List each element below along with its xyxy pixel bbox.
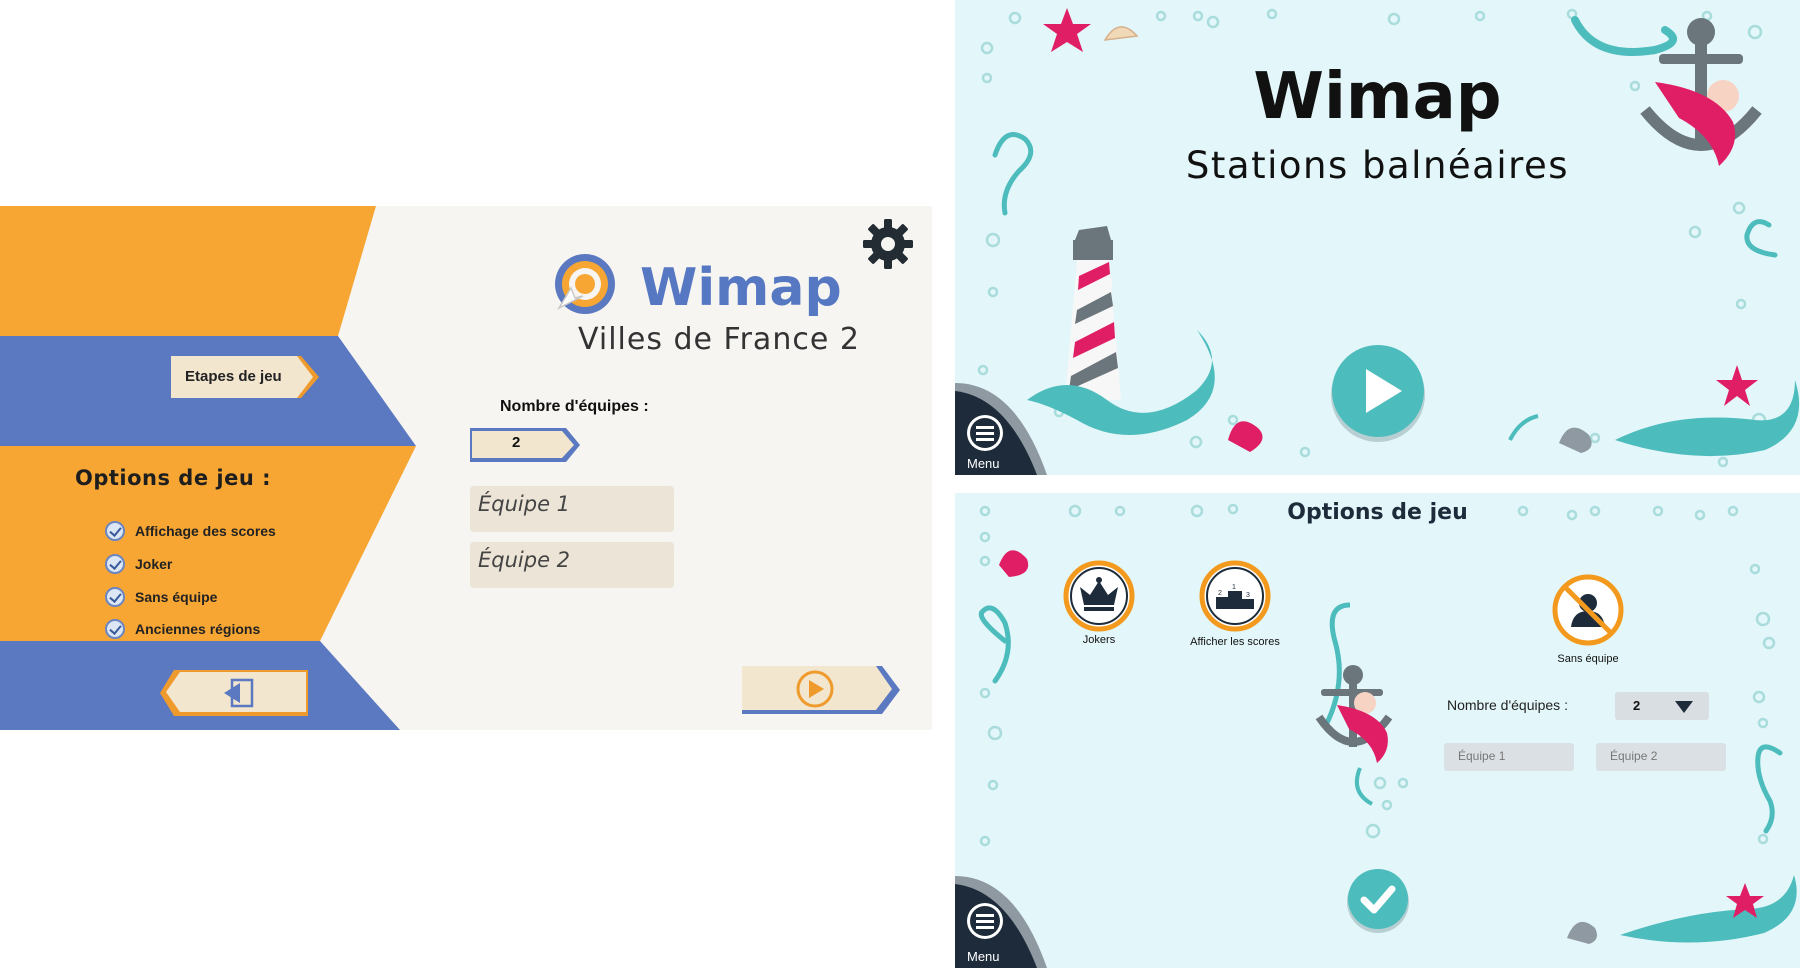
option-sans-equipe[interactable]: Sans équipe bbox=[105, 586, 217, 608]
hamburger-icon bbox=[967, 903, 1003, 939]
nb-equipes-label: Nombre d'équipes : bbox=[1447, 697, 1568, 713]
nb-equipes-value: 2 bbox=[1633, 698, 1641, 713]
exit-button[interactable] bbox=[160, 668, 310, 718]
option-anciennes-regions[interactable]: Anciennes régions bbox=[105, 618, 260, 640]
options-title: Options de jeu : bbox=[75, 466, 271, 490]
play-button[interactable] bbox=[742, 664, 902, 716]
target-cursor-logo bbox=[555, 254, 615, 314]
option-affichage-scores[interactable]: Affichage des scores bbox=[105, 520, 276, 542]
game-subtitle: Stations balnéaires bbox=[1185, 144, 1570, 187]
nb-equipes-value: 2 bbox=[512, 434, 521, 451]
menu-label: Menu bbox=[967, 949, 1000, 964]
nb-equipes-select[interactable]: 2 bbox=[1615, 692, 1709, 720]
options-title: Options de jeu bbox=[1287, 500, 1468, 525]
right-title-screen: Wimap Stations balnéaires Menu bbox=[955, 0, 1800, 475]
jokers-option-button[interactable] bbox=[1062, 559, 1136, 633]
svg-text:2: 2 bbox=[1218, 590, 1222, 597]
checkbox-icon[interactable] bbox=[105, 521, 125, 541]
hamburger-icon bbox=[967, 415, 1003, 451]
afficher-scores-option-button[interactable]: 1 2 3 bbox=[1198, 559, 1272, 633]
sans-equipe-label: Sans équipe bbox=[1557, 653, 1619, 665]
sans-equipe-option-button[interactable] bbox=[1551, 573, 1625, 647]
team-2-input[interactable]: Équipe 2 bbox=[470, 542, 674, 588]
option-label: Affichage des scores bbox=[135, 523, 276, 539]
team-1-input[interactable]: Équipe 1 bbox=[1444, 743, 1574, 771]
jokers-label: Jokers bbox=[1082, 634, 1116, 646]
anchor-icon bbox=[1315, 602, 1393, 806]
game-subtitle: Villes de France 2 bbox=[578, 322, 860, 357]
right-options-screen: Options de jeu Jokers 1 2 3 Afficher les… bbox=[955, 493, 1800, 968]
nb-equipes-label: Nombre d'équipes : bbox=[500, 398, 649, 415]
svg-text:1: 1 bbox=[1232, 584, 1236, 591]
menu-button[interactable]: Menu bbox=[955, 383, 1047, 475]
team-1-input[interactable]: Équipe 1 bbox=[470, 486, 674, 532]
play-button[interactable] bbox=[1328, 343, 1428, 443]
confirm-button[interactable] bbox=[1345, 867, 1411, 933]
app-title: Wimap bbox=[640, 258, 842, 318]
option-label: Joker bbox=[135, 556, 173, 572]
etapes-de-jeu-button[interactable]: Etapes de jeu bbox=[171, 356, 319, 398]
team-2-input[interactable]: Équipe 2 bbox=[1596, 743, 1726, 771]
gear-icon[interactable] bbox=[862, 218, 914, 270]
checkbox-icon[interactable] bbox=[105, 587, 125, 607]
svg-text:3: 3 bbox=[1246, 592, 1250, 599]
app-title: Wimap bbox=[1253, 60, 1502, 134]
checkbox-icon[interactable] bbox=[105, 554, 125, 574]
lighthouse-icon bbox=[1065, 226, 1121, 400]
afficher-scores-label: Afficher les scores bbox=[1190, 636, 1280, 648]
checkbox-icon[interactable] bbox=[105, 619, 125, 639]
left-game-screen: Etapes de jeu Options de jeu : Affichage… bbox=[0, 206, 932, 730]
menu-button[interactable]: Menu bbox=[955, 876, 1047, 968]
nb-equipes-selector[interactable]: 2 bbox=[470, 428, 580, 462]
option-joker[interactable]: Joker bbox=[105, 553, 172, 575]
option-label: Anciennes régions bbox=[135, 621, 261, 637]
option-label: Sans équipe bbox=[135, 589, 218, 605]
etapes-de-jeu-label: Etapes de jeu bbox=[185, 368, 282, 385]
menu-label: Menu bbox=[967, 456, 1000, 471]
chevron-down-icon bbox=[1675, 701, 1693, 713]
